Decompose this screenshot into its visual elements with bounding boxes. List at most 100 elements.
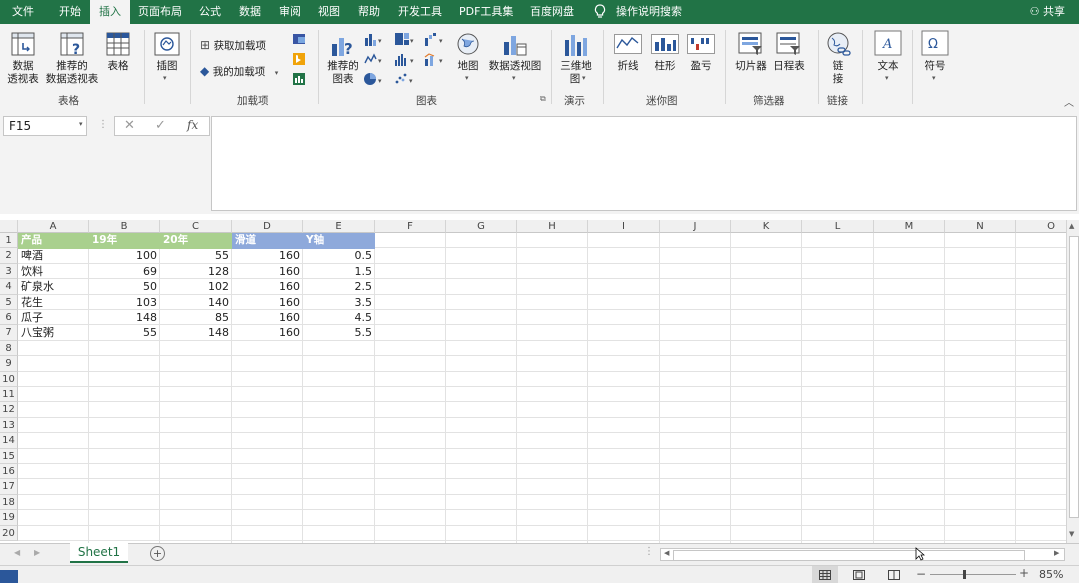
value-cell[interactable]: 55: [160, 248, 232, 263]
value-cell[interactable]: 3.5: [303, 295, 375, 310]
tab-help[interactable]: 帮助: [358, 0, 380, 24]
column-header-C[interactable]: C: [160, 220, 232, 233]
value-cell[interactable]: 69: [89, 264, 160, 279]
tab-view[interactable]: 视图: [318, 0, 340, 24]
bing-maps-icon[interactable]: [292, 52, 312, 68]
row-header-4[interactable]: 4: [0, 279, 18, 295]
value-cell[interactable]: 1.5: [303, 264, 375, 279]
dialog-launcher-icon[interactable]: ⧉: [540, 94, 546, 104]
enter-check-icon[interactable]: ✓: [155, 118, 166, 133]
tab-pdf-tools[interactable]: PDF工具集: [459, 0, 513, 24]
page-break-view-icon[interactable]: [888, 570, 900, 580]
row-header-18[interactable]: 18: [0, 494, 18, 511]
tab-developer[interactable]: 开发工具: [398, 0, 442, 24]
value-cell[interactable]: 140: [160, 295, 232, 310]
column-header-J[interactable]: J: [660, 220, 731, 233]
product-cell[interactable]: 饮料: [18, 264, 89, 279]
name-box[interactable]: F15: [3, 116, 87, 136]
value-cell[interactable]: 4.5: [303, 310, 375, 325]
insert-function-icon[interactable]: fx: [187, 118, 198, 132]
value-cell[interactable]: 148: [89, 310, 160, 325]
row-header-19[interactable]: 19: [0, 510, 18, 526]
header-cell-y-axis[interactable]: Y轴: [303, 233, 375, 248]
zoom-slider[interactable]: [930, 574, 1016, 575]
value-cell[interactable]: 50: [89, 279, 160, 294]
scroll-up-icon[interactable]: ▲: [1069, 222, 1074, 230]
scatter-chart-button[interactable]: ▾: [394, 72, 414, 88]
product-cell[interactable]: 啤酒: [18, 248, 89, 263]
formula-input[interactable]: [211, 116, 1077, 211]
row-header-3[interactable]: 3: [0, 263, 18, 280]
combo-chart-button[interactable]: ▾: [424, 52, 444, 68]
value-cell[interactable]: 160: [232, 310, 303, 325]
product-cell[interactable]: 瓜子: [18, 310, 89, 325]
tab-review[interactable]: 审阅: [279, 0, 301, 24]
zoom-in-icon[interactable]: +: [1019, 566, 1029, 580]
line-chart-button[interactable]: ▾: [364, 52, 384, 68]
hierarchy-chart-button[interactable]: ▾: [394, 32, 414, 48]
column-chart-button[interactable]: ▾: [364, 32, 384, 48]
value-cell[interactable]: 148: [160, 325, 232, 340]
value-cell[interactable]: 128: [160, 264, 232, 279]
tab-file[interactable]: 文件: [12, 0, 34, 24]
value-cell[interactable]: 160: [232, 279, 303, 294]
value-cell[interactable]: 100: [89, 248, 160, 263]
new-sheet-icon[interactable]: +: [150, 546, 165, 561]
scroll-down-icon[interactable]: ▼: [1069, 530, 1074, 538]
visio-icon[interactable]: [292, 32, 312, 48]
people-graph-icon[interactable]: [292, 72, 312, 88]
column-header-N[interactable]: N: [945, 220, 1016, 233]
worksheet-grid[interactable]: ABCDEFGHIJKLMNO 1 2 3 4 5 6 7 8 9 10 11 12 13 14 15 16 1…: [0, 220, 1066, 543]
row-header-2[interactable]: 2: [0, 248, 18, 264]
value-cell[interactable]: 160: [232, 325, 303, 340]
header-cell-2020[interactable]: 20年: [160, 233, 232, 248]
value-cell[interactable]: 0.5: [303, 248, 375, 263]
scroll-left-icon[interactable]: ◀: [664, 549, 669, 557]
value-cell[interactable]: 2.5: [303, 279, 375, 294]
row-header-16[interactable]: 16: [0, 464, 18, 480]
row-header-7[interactable]: 7: [0, 325, 18, 341]
row-header-1[interactable]: 1: [0, 233, 18, 249]
product-cell[interactable]: 矿泉水: [18, 279, 89, 294]
horizontal-scrollbar[interactable]: ◀ ▶: [660, 548, 1065, 561]
tab-insert[interactable]: 插入: [90, 0, 130, 25]
value-cell[interactable]: 5.5: [303, 325, 375, 340]
product-cell[interactable]: 花生: [18, 295, 89, 310]
row-header-5[interactable]: 5: [0, 294, 18, 310]
cancel-icon[interactable]: ✕: [124, 118, 135, 133]
row-header-12[interactable]: 12: [0, 402, 18, 418]
row-header-8[interactable]: 8: [0, 340, 18, 357]
column-header-L[interactable]: L: [802, 220, 874, 233]
header-cell-2019[interactable]: 19年: [89, 233, 160, 248]
value-cell[interactable]: 55: [89, 325, 160, 340]
row-header-6[interactable]: 6: [0, 310, 18, 326]
value-cell[interactable]: 85: [160, 310, 232, 325]
column-header-D[interactable]: D: [232, 220, 303, 233]
scroll-right-icon[interactable]: ▶: [34, 548, 40, 557]
zoom-slider-thumb[interactable]: [963, 570, 966, 579]
collapse-ribbon-icon[interactable]: ︿: [1064, 94, 1074, 109]
horizontal-scroll-thumb[interactable]: [673, 550, 1025, 561]
scroll-right-icon[interactable]: ▶: [1054, 549, 1059, 557]
column-header-F[interactable]: F: [375, 220, 446, 233]
zoom-level[interactable]: 85%: [1039, 568, 1063, 581]
tab-data[interactable]: 数据: [239, 0, 261, 24]
tab-home[interactable]: 开始: [59, 0, 81, 24]
tab-formulas[interactable]: 公式: [199, 0, 221, 24]
statistic-chart-button[interactable]: ▾: [394, 52, 414, 68]
value-cell[interactable]: 160: [232, 295, 303, 310]
column-header-E[interactable]: E: [303, 220, 375, 233]
pie-chart-button[interactable]: ▾: [364, 72, 384, 88]
column-header-H[interactable]: H: [517, 220, 588, 233]
share-button[interactable]: ⚇ 共享: [1030, 0, 1065, 24]
column-header-M[interactable]: M: [874, 220, 945, 233]
tab-baidu-pan[interactable]: 百度网盘: [530, 0, 574, 24]
tell-me-search[interactable]: 操作说明搜索: [616, 0, 682, 24]
my-addins-button[interactable]: ◆ 我的加载项 ▾: [200, 64, 278, 80]
macro-record-icon[interactable]: [0, 570, 18, 583]
row-header-20[interactable]: 20: [0, 525, 18, 541]
row-header-17[interactable]: 17: [0, 479, 18, 495]
value-cell[interactable]: 160: [232, 248, 303, 263]
sheet-tab-sheet1[interactable]: Sheet1: [70, 543, 128, 563]
chevron-down-icon[interactable]: ▾: [79, 120, 83, 128]
